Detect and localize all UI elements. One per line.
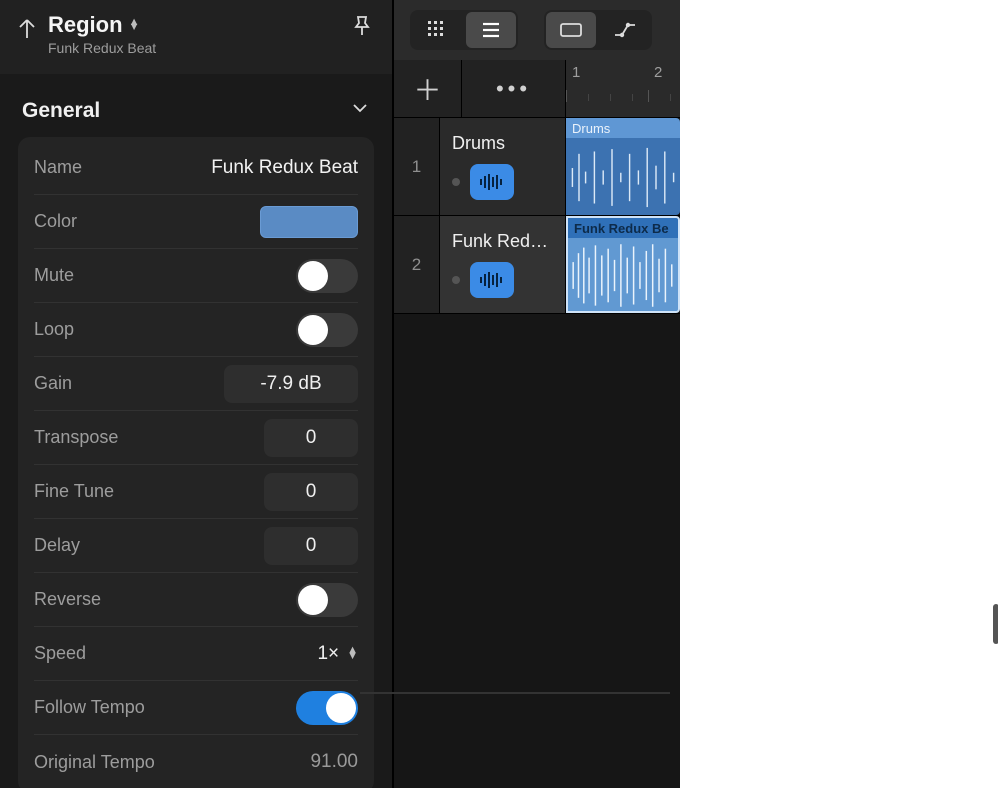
tracks-toolbar: [394, 0, 680, 60]
label-color: Color: [34, 211, 77, 232]
track-header[interactable]: Funk Red…: [440, 216, 566, 314]
row-fine-tune: Fine Tune 0: [34, 465, 358, 519]
track-row[interactable]: 2 Funk Red… Funk Redux Be: [394, 216, 680, 314]
label-name: Name: [34, 157, 82, 178]
row-transpose: Transpose 0: [34, 411, 358, 465]
mute-indicator-icon[interactable]: [452, 178, 460, 186]
audio-region-selected[interactable]: Funk Redux Be: [566, 216, 680, 313]
tracks-area: ＋ ••• 1 2 1 Drums: [392, 0, 680, 788]
ruler: ＋ ••• 1 2: [394, 60, 680, 118]
track-row[interactable]: 1 Drums Drums: [394, 118, 680, 216]
region-lane[interactable]: Funk Redux Be: [566, 216, 680, 314]
inspector-subtitle: Funk Redux Beat: [48, 40, 156, 56]
list-view-icon[interactable]: [466, 12, 516, 48]
edit-mode-group: [544, 10, 652, 50]
track-header[interactable]: Drums: [440, 118, 566, 216]
value-fine-tune[interactable]: 0: [264, 473, 358, 511]
row-original-tempo: Original Tempo 91.00: [34, 735, 358, 788]
row-follow-tempo: Follow Tempo: [34, 681, 358, 735]
row-delay: Delay 0: [34, 519, 358, 573]
mute-indicator-icon[interactable]: [452, 276, 460, 284]
pin-icon[interactable]: [348, 12, 376, 40]
section-header-general[interactable]: General: [18, 74, 374, 137]
grid-view-icon[interactable]: [412, 12, 462, 48]
updown-icon[interactable]: ▲▼: [129, 20, 140, 31]
label-follow-tempo: Follow Tempo: [34, 697, 145, 718]
more-menu-icon[interactable]: •••: [496, 76, 531, 102]
row-mute: Mute: [34, 249, 358, 303]
audio-waveform-icon[interactable]: [470, 164, 514, 200]
region-label: Drums: [572, 121, 610, 136]
label-reverse: Reverse: [34, 589, 101, 610]
label-mute: Mute: [34, 265, 74, 286]
ruler-marker-2: 2: [654, 64, 662, 81]
audio-region[interactable]: Drums: [566, 118, 680, 215]
value-speed: 1×: [317, 643, 339, 665]
row-color[interactable]: Color: [34, 195, 358, 249]
row-speed[interactable]: Speed 1× ▲▼: [34, 627, 358, 681]
region-tool-icon[interactable]: [546, 12, 596, 48]
general-panel: Name Funk Redux Beat Color Mute Loop Gai…: [18, 137, 374, 788]
callout-line: [360, 692, 670, 694]
label-speed: Speed: [34, 643, 86, 664]
toggle-follow-tempo[interactable]: [296, 691, 358, 725]
track-name: Drums: [452, 133, 553, 154]
value-original-tempo: 91.00: [310, 751, 358, 773]
value-gain[interactable]: -7.9 dB: [224, 365, 358, 403]
waveform-icon: [570, 242, 676, 309]
add-track-button[interactable]: ＋: [413, 69, 441, 109]
label-loop: Loop: [34, 319, 74, 340]
row-name[interactable]: Name Funk Redux Beat: [34, 141, 358, 195]
waveform-icon: [568, 142, 678, 213]
track-name: Funk Red…: [452, 231, 553, 252]
value-name[interactable]: Funk Redux Beat: [211, 157, 358, 179]
inspector-header: Region ▲▼ Funk Redux Beat: [0, 0, 392, 74]
row-gain: Gain -7.9 dB: [34, 357, 358, 411]
label-gain: Gain: [34, 373, 72, 394]
section-title: General: [22, 99, 100, 123]
row-reverse: Reverse: [34, 573, 358, 627]
toggle-mute[interactable]: [296, 259, 358, 293]
label-fine-tune: Fine Tune: [34, 481, 114, 502]
region-label: Funk Redux Be: [574, 221, 669, 236]
region-lane[interactable]: Drums: [566, 118, 680, 216]
toggle-reverse[interactable]: [296, 583, 358, 617]
toggle-loop[interactable]: [296, 313, 358, 347]
row-loop: Loop: [34, 303, 358, 357]
track-list: 1 Drums Drums: [394, 118, 680, 788]
ruler-marker-1: 1: [572, 64, 580, 81]
scroll-indicator[interactable]: [993, 604, 998, 644]
speed-stepper-icon[interactable]: ▲▼: [347, 648, 358, 659]
value-delay[interactable]: 0: [264, 527, 358, 565]
inspector-title[interactable]: Region: [48, 12, 123, 38]
automation-tool-icon[interactable]: [600, 12, 650, 48]
color-swatch[interactable]: [260, 206, 358, 238]
audio-waveform-icon[interactable]: [470, 262, 514, 298]
label-delay: Delay: [34, 535, 80, 556]
back-arrow-icon[interactable]: [16, 14, 38, 45]
view-mode-group: [410, 10, 518, 50]
track-number: 1: [394, 118, 440, 216]
track-number: 2: [394, 216, 440, 314]
region-inspector: Region ▲▼ Funk Redux Beat General: [0, 0, 392, 788]
chevron-down-icon: [350, 98, 370, 123]
label-original-tempo: Original Tempo: [34, 752, 155, 773]
label-transpose: Transpose: [34, 427, 118, 448]
value-transpose[interactable]: 0: [264, 419, 358, 457]
timeline-ruler[interactable]: 1 2: [566, 60, 680, 117]
